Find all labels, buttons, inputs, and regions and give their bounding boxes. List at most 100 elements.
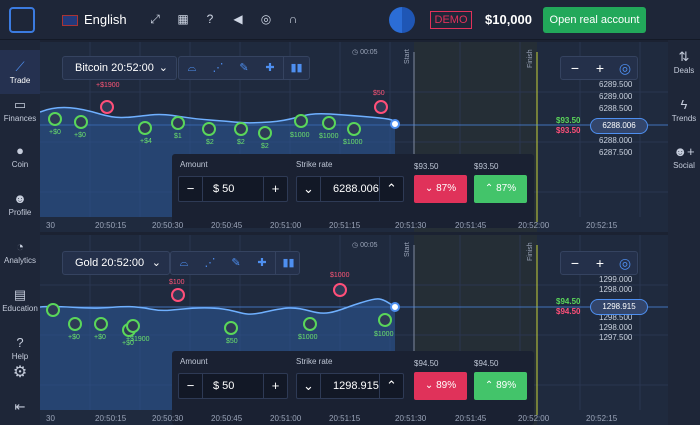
split-view-icon[interactable]: ▮▮ <box>275 252 301 274</box>
asset-selector[interactable]: Bitcoin 20:52:00 ⌄ <box>62 56 177 80</box>
deals-button[interactable]: ⇅ Deals <box>668 49 700 76</box>
area-chart-icon[interactable]: ⌓ <box>171 252 197 274</box>
trader-avatar[interactable] <box>171 116 185 130</box>
social-button[interactable]: ☻+ Social <box>668 145 700 171</box>
strike-increase-button[interactable]: ⌃ <box>379 177 403 201</box>
zoom-out-button[interactable]: − <box>563 57 587 79</box>
add-indicator-icon[interactable]: ✚ <box>257 57 283 79</box>
asset-selector[interactable]: Gold 20:52:00 ⌄ <box>62 251 170 275</box>
strike-input[interactable]: 1298.915 <box>333 374 379 398</box>
put-button[interactable]: ⌄ 89% <box>414 372 467 400</box>
logo[interactable] <box>9 7 35 33</box>
amount-stepper: − $ 50 + <box>178 373 288 399</box>
amount-decrease-button[interactable]: − <box>179 374 203 398</box>
trader-avatar[interactable] <box>303 317 317 331</box>
trader-avatar[interactable] <box>224 321 238 335</box>
zoom-in-button[interactable]: + <box>588 57 612 79</box>
trader-avatar[interactable] <box>100 100 114 114</box>
fullscreen-icon[interactable]: ⤢ <box>148 12 162 26</box>
help-circle-icon: ? <box>16 335 24 350</box>
trader-avatar[interactable] <box>171 288 185 302</box>
zoom-in-button[interactable]: + <box>588 252 612 274</box>
logout-icon[interactable]: ⇤ <box>0 400 40 416</box>
call-button[interactable]: ⌃ 87% <box>474 175 527 203</box>
trader-amount: $50 <box>373 90 385 97</box>
call-button[interactable]: ⌃ 89% <box>474 372 527 400</box>
auto-scroll-icon[interactable]: ◎ <box>613 57 637 79</box>
price-scale-label: 1299.000 <box>599 275 633 284</box>
zoom-out-button[interactable]: − <box>563 252 587 274</box>
amount-increase-button[interactable]: + <box>263 177 287 201</box>
amount-input[interactable]: $ 50 <box>213 177 234 201</box>
nav-education[interactable]: ▤ Education <box>0 288 40 314</box>
trader-avatar[interactable] <box>294 114 308 128</box>
open-real-account-button[interactable]: Open real account <box>543 7 646 33</box>
headset-icon[interactable]: ∩ <box>286 12 300 26</box>
amount-increase-button[interactable]: + <box>263 374 287 398</box>
nav-coin[interactable]: ● Coin <box>0 144 40 170</box>
trader-avatar[interactable] <box>258 126 272 140</box>
language-selector[interactable]: English <box>84 12 127 27</box>
auto-scroll-icon[interactable]: ◎ <box>613 252 637 274</box>
trader-avatar[interactable] <box>202 122 216 136</box>
nav-analytics[interactable]: ◔ Analytics <box>0 239 40 266</box>
strike-input[interactable]: 6288.006 <box>333 177 379 201</box>
draw-icon[interactable]: ✎ <box>231 57 257 79</box>
target-icon[interactable]: ◎ <box>259 12 273 26</box>
help-icon[interactable]: ? <box>203 12 217 26</box>
amount-input[interactable]: $ 50 <box>213 374 234 398</box>
zoom-controls: − + ◎ <box>560 251 638 275</box>
layout-grid-icon[interactable]: ▦ <box>176 12 190 26</box>
settings-icon[interactable]: ⚙ <box>0 365 40 382</box>
nav-profile[interactable]: ☻ Profile <box>0 192 40 218</box>
trader-avatar[interactable] <box>333 283 347 297</box>
trader-avatar[interactable] <box>347 122 361 136</box>
time-tick: 20:52:00 <box>518 414 550 423</box>
trader-avatar[interactable] <box>374 100 388 114</box>
put-button[interactable]: ⌄ 87% <box>414 175 467 203</box>
nav-finances[interactable]: ▭ Finances <box>0 98 40 124</box>
price-scale-label: 6287.500 <box>599 148 633 157</box>
strike-decrease-button[interactable]: ⌄ <box>297 177 321 201</box>
chevron-down-icon: ⌄ <box>151 257 161 269</box>
deals-icon: ⇅ <box>678 49 690 64</box>
draw-icon[interactable]: ✎ <box>223 252 249 274</box>
amount-stepper: − $ 50 + <box>178 176 288 202</box>
add-indicator-icon[interactable]: ✚ <box>249 252 275 274</box>
chevron-down-icon: ⌄ <box>158 62 168 74</box>
trader-avatar[interactable] <box>68 317 82 331</box>
user-avatar[interactable] <box>389 7 415 33</box>
nav-help[interactable]: ? Help <box>0 335 40 362</box>
trader-avatar[interactable] <box>74 115 88 129</box>
area-chart-icon[interactable]: ⌓ <box>179 57 205 79</box>
trader-avatar[interactable] <box>126 319 140 333</box>
time-tick: 20:51:00 <box>270 221 302 230</box>
trader-avatar[interactable] <box>48 112 62 126</box>
trader-avatar[interactable] <box>322 116 336 130</box>
line-chart-icon[interactable]: ⋰ <box>205 57 231 79</box>
trader-avatar[interactable] <box>234 122 248 136</box>
trader-amount: $2 <box>261 143 269 150</box>
demo-badge[interactable]: DEMO <box>430 11 472 29</box>
price-down-label: $93.50 <box>556 126 581 135</box>
strike-increase-button[interactable]: ⌃ <box>379 374 403 398</box>
trader-avatar[interactable] <box>378 313 392 327</box>
trader-amount: $1000 <box>319 133 339 140</box>
time-tick: 20:51:15 <box>329 221 361 230</box>
line-chart-icon[interactable]: ⋰ <box>197 252 223 274</box>
trader-avatar[interactable] <box>94 317 108 331</box>
analytics-icon: ◔ <box>16 239 24 254</box>
amount-decrease-button[interactable]: − <box>179 177 203 201</box>
arrow-down-icon: ⌄ <box>424 380 437 391</box>
sound-icon[interactable]: ◀ <box>231 12 245 26</box>
price-scale-label: 6288.500 <box>599 104 633 113</box>
strike-stepper: ⌄ 1298.915 ⌃ <box>296 373 404 399</box>
trends-button[interactable]: ϟ Trends <box>668 98 700 124</box>
trader-amount: $2 <box>206 139 214 146</box>
trade-icon: ⟋ <box>15 59 25 74</box>
trader-avatar[interactable] <box>138 121 152 135</box>
split-view-icon[interactable]: ▮▮ <box>283 57 309 79</box>
trader-avatar[interactable] <box>46 303 60 317</box>
strike-decrease-button[interactable]: ⌄ <box>297 374 321 398</box>
nav-trade[interactable]: ⟋ Trade <box>0 50 40 94</box>
